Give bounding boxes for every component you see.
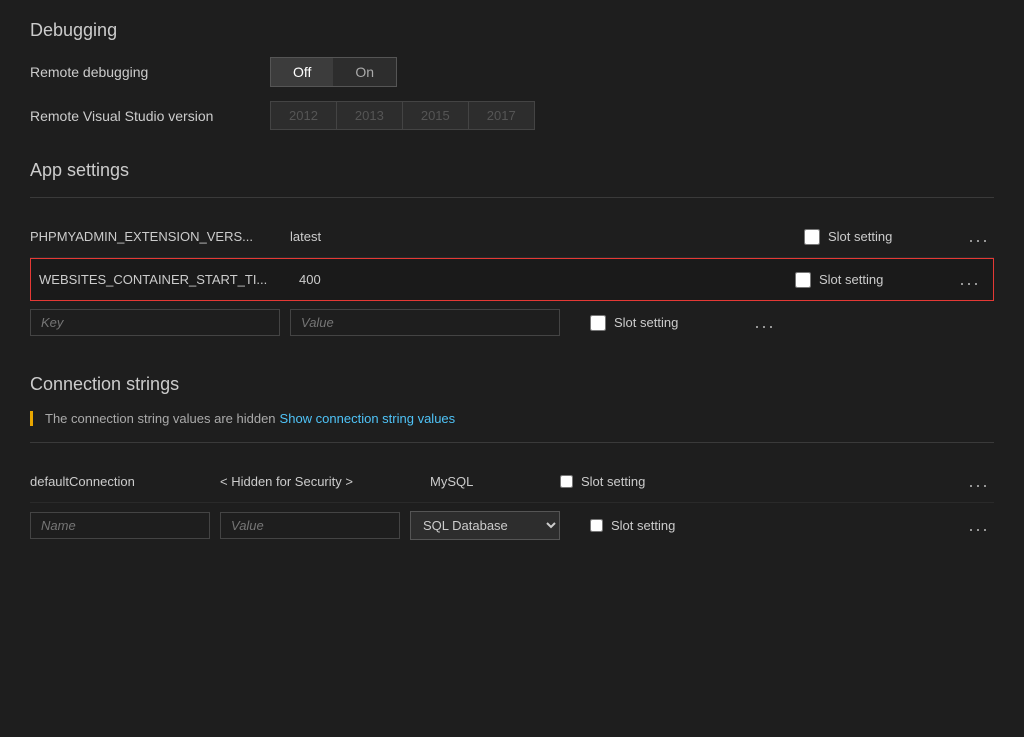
slot-setting-label: Slot setting <box>828 229 892 244</box>
vs-2012-button[interactable]: 2012 <box>270 101 336 130</box>
debugging-section: Debugging Remote debugging Off On Remote… <box>30 20 994 130</box>
new-conn-name-input[interactable] <box>30 512 210 539</box>
app-settings-title: App settings <box>30 160 994 181</box>
row-value: 400 <box>299 272 795 287</box>
connection-strings-section: Connection strings The connection string… <box>30 374 994 548</box>
app-settings-divider <box>30 197 994 198</box>
remote-vs-label: Remote Visual Studio version <box>30 108 270 124</box>
slot-setting-checkbox[interactable] <box>795 272 811 288</box>
conn-slot-col: Slot setting <box>560 474 964 489</box>
conn-type: MySQL <box>430 474 560 489</box>
remote-debugging-toggle[interactable]: Off On <box>270 57 397 87</box>
new-more-options-button[interactable]: ... <box>750 312 780 333</box>
more-options-button[interactable]: ... <box>964 226 994 247</box>
table-row-highlighted: WEBSITES_CONTAINER_START_TI... 400 Slot … <box>30 258 994 301</box>
connection-strings-title: Connection strings <box>30 374 994 395</box>
new-value-input[interactable] <box>290 309 560 336</box>
row-key: WEBSITES_CONTAINER_START_TI... <box>39 272 299 287</box>
new-conn-value-input[interactable] <box>220 512 400 539</box>
conn-type-select[interactable]: SQL Database MySQL SQLite PostgreSQL Cus… <box>410 511 560 540</box>
remote-debugging-row: Remote debugging Off On <box>30 57 994 87</box>
new-slot-setting-col: Slot setting <box>590 315 750 331</box>
new-conn-slot-label: Slot setting <box>611 518 675 533</box>
row-key: PHPMYADMIN_EXTENSION_VERS... <box>30 229 290 244</box>
more-options-button[interactable]: ... <box>955 269 985 290</box>
toggle-on-button[interactable]: On <box>333 58 396 86</box>
new-conn-slot-checkbox[interactable] <box>590 519 603 532</box>
show-connection-values-link[interactable]: Show connection string values <box>280 411 456 426</box>
slot-setting-col: Slot setting <box>804 229 964 245</box>
vs-2015-button[interactable]: 2015 <box>402 101 468 130</box>
slot-setting-col: Slot setting <box>795 272 955 288</box>
vs-2013-button[interactable]: 2013 <box>336 101 402 130</box>
slot-setting-checkbox[interactable] <box>804 229 820 245</box>
vs-2017-button[interactable]: 2017 <box>468 101 535 130</box>
new-slot-setting-checkbox[interactable] <box>590 315 606 331</box>
vs-version-group[interactable]: 2012 2013 2015 2017 <box>270 101 535 130</box>
new-connection-row: SQL Database MySQL SQLite PostgreSQL Cus… <box>30 503 994 548</box>
row-value: latest <box>290 229 804 244</box>
table-row: PHPMYADMIN_EXTENSION_VERS... latest Slot… <box>30 216 994 258</box>
remote-vs-row: Remote Visual Studio version 2012 2013 2… <box>30 101 994 130</box>
new-app-setting-row: Slot setting ... <box>30 301 994 344</box>
app-settings-table: PHPMYADMIN_EXTENSION_VERS... latest Slot… <box>30 216 994 344</box>
new-conn-slot-col: Slot setting <box>590 518 964 533</box>
conn-divider <box>30 442 994 443</box>
toggle-off-button[interactable]: Off <box>271 58 333 86</box>
slot-setting-label: Slot setting <box>819 272 883 287</box>
conn-value: < Hidden for Security > <box>220 474 430 489</box>
conn-slot-label: Slot setting <box>581 474 645 489</box>
new-conn-more-options-button[interactable]: ... <box>964 515 994 536</box>
connection-notice-text: The connection string values are hidden <box>45 411 276 426</box>
remote-debugging-label: Remote debugging <box>30 64 270 80</box>
debugging-title: Debugging <box>30 20 994 41</box>
new-key-input[interactable] <box>30 309 280 336</box>
app-settings-section: App settings PHPMYADMIN_EXTENSION_VERS..… <box>30 160 994 344</box>
connection-notice: The connection string values are hidden … <box>30 411 994 426</box>
conn-more-options-button[interactable]: ... <box>964 471 994 492</box>
conn-slot-checkbox[interactable] <box>560 475 573 488</box>
new-slot-setting-label: Slot setting <box>614 315 678 330</box>
connection-row: defaultConnection < Hidden for Security … <box>30 461 994 503</box>
conn-name: defaultConnection <box>30 474 220 489</box>
